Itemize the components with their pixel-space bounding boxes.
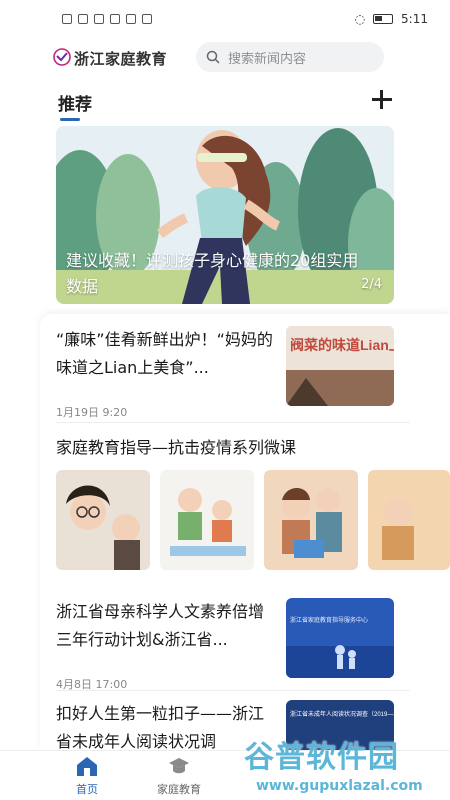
course-card[interactable]	[56, 470, 150, 570]
watermark: 谷普软件园 www.gupuxlazal.com	[238, 728, 450, 800]
channel-tabs: 推荐	[0, 85, 450, 121]
nav-home[interactable]: 首页	[52, 755, 122, 799]
thumb-caption-2: 浙江省家庭教育指导服务中心	[290, 616, 368, 624]
news-feed: “廉味”佳肴新鲜出炉！“妈妈的味道之Lian上美食”... 1月19日 9:20…	[40, 314, 450, 750]
search-placeholder: 搜索新闻内容	[228, 51, 307, 67]
course-card[interactable]	[160, 470, 254, 570]
battery-icon	[373, 14, 394, 24]
news-thumbnail: 浙江省家庭教育指导服务中心	[286, 598, 394, 678]
status-bar: ◌ 5:11	[0, 0, 450, 38]
nav-family-education-label: 家庭教育	[157, 783, 201, 796]
divider	[56, 690, 410, 691]
status-icons-right: ◌ 5:11	[355, 12, 428, 26]
news-title: “廉味”佳肴新鲜出炉！“妈妈的味道之Lian上美食”...	[56, 330, 273, 377]
news-thumbnail: 阀菜的味道Lian上美食	[286, 326, 394, 406]
hd-icon	[62, 14, 72, 24]
news-item[interactable]: 浙江省母亲科学人文素养倍增三年行动计划&浙江省... 4月8日 17:00 浙江…	[56, 598, 410, 691]
course-card[interactable]	[368, 470, 450, 570]
wifi-icon	[94, 14, 104, 24]
graduation-cap-icon	[169, 758, 189, 774]
watermark-main: 谷普软件园	[244, 740, 399, 775]
nav-home-label: 首页	[76, 783, 98, 796]
status-time: 5:11	[401, 12, 428, 26]
section-title: 家庭教育指导—抗击疫情系列微课	[56, 438, 297, 457]
course-strip[interactable]	[56, 470, 450, 570]
watermark-sub: www.gupuxlazal.com	[256, 778, 423, 794]
search-icon	[206, 50, 220, 64]
active-tab-indicator	[60, 118, 80, 121]
banner-carousel[interactable]: 建议收藏！评测孩子身心健康的20组实用数据 2/4	[56, 126, 394, 304]
notification-icon	[126, 14, 136, 24]
status-icons-left	[62, 14, 152, 24]
banner-counter: 2/4	[361, 277, 382, 292]
news-item[interactable]: “廉味”佳肴新鲜出炉！“妈妈的味道之Lian上美食”... 1月19日 9:20…	[56, 326, 410, 419]
divider	[56, 422, 410, 423]
course-card[interactable]	[264, 470, 358, 570]
download-icon	[110, 14, 120, 24]
thumb-caption-1: 阀菜的味道Lian上美食	[290, 337, 394, 353]
banner-title: 建议收藏！评测孩子身心健康的20组实用数据	[66, 251, 359, 296]
home-icon	[77, 757, 97, 776]
add-channel-icon[interactable]	[372, 89, 392, 113]
thumb-caption-3: 浙江省未成年人阅读状况调查（2019—2020）	[290, 710, 394, 718]
tab-recommend[interactable]: 推荐	[58, 90, 92, 115]
signal-icon	[78, 14, 88, 24]
nav-family-education[interactable]: 家庭教育	[144, 755, 214, 799]
news-date: 1月19日 9:20	[56, 406, 128, 419]
app-header: 浙江家庭教育 搜索新闻内容	[0, 38, 450, 78]
app-name: 浙江家庭教育	[74, 49, 168, 68]
logo-icon	[53, 48, 71, 66]
news-title: 浙江省母亲科学人文素养倍增三年行动计划&浙江省...	[56, 602, 265, 649]
mute-icon: ◌	[354, 12, 366, 26]
search-input[interactable]: 搜索新闻内容	[196, 42, 384, 72]
app-icon	[142, 14, 152, 24]
